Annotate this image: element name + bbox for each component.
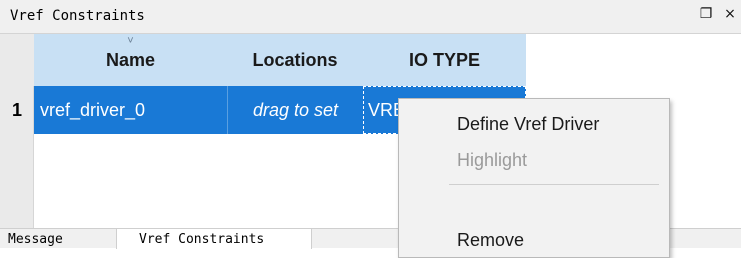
panel-header: Vref Constraints ❐ × [0,0,741,34]
tab-vref-constraints[interactable]: Vref Constraints [116,229,312,249]
cell-locations[interactable]: drag to set [227,86,363,134]
column-header-label: Locations [252,49,338,70]
row-number[interactable]: 1 [0,86,34,134]
column-header-name[interactable]: ˅ Name [34,34,227,86]
column-header-label: IO TYPE [408,49,480,70]
menu-item-highlight[interactable]: Highlight [399,142,669,178]
context-menu: Define Vref Driver Highlight Remove [398,98,670,258]
menu-separator [449,184,659,185]
column-header-io-type[interactable]: IO TYPE [363,34,526,86]
float-window-icon[interactable]: ❐ [697,6,715,22]
sort-caret-icon: ˅ [127,35,134,47]
menu-item-define-vref-driver[interactable]: Define Vref Driver [399,106,669,142]
column-header-label: Name [105,49,156,70]
panel-title: Vref Constraints [10,8,145,24]
menu-item-remove[interactable]: Remove [399,222,669,258]
table-corner [0,34,34,86]
tab-message[interactable]: Message [0,229,116,249]
column-header-locations[interactable]: Locations [227,34,363,86]
close-icon[interactable]: × [721,6,739,22]
panel-actions: ❐ × [697,6,739,22]
cell-name[interactable]: vref_driver_0 [34,86,227,134]
